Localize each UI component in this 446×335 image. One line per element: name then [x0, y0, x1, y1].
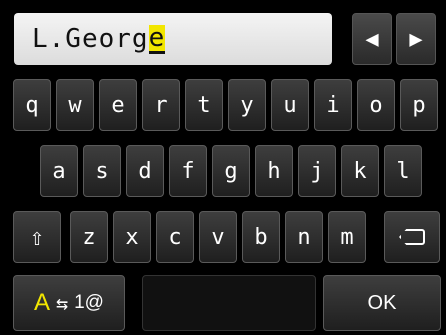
key-m[interactable]: m [328, 211, 366, 263]
key-q[interactable]: q [13, 79, 51, 131]
ok-button[interactable]: OK [323, 275, 441, 331]
input-mode-key[interactable]: A ⇆ 1@ [13, 275, 125, 331]
key-f[interactable]: f [169, 145, 207, 197]
key-x[interactable]: x [113, 211, 151, 263]
space-key[interactable] [142, 275, 316, 331]
keyboard-screen: L.Georg e ◀ ▶ qwertyuiopasdfghjklzxcvbnm … [0, 0, 446, 335]
key-t[interactable]: t [185, 79, 223, 131]
swap-icon: ⇆ [56, 291, 69, 315]
input-text: L.Georg [32, 24, 149, 54]
key-c[interactable]: c [156, 211, 194, 263]
key-j[interactable]: j [298, 145, 336, 197]
input-cursor-char: e [148, 22, 166, 54]
right-arrow-icon: ▶ [409, 26, 423, 52]
key-y[interactable]: y [228, 79, 266, 131]
key-u[interactable]: u [271, 79, 309, 131]
mode-uppercase-label: A [34, 289, 51, 316]
key-r[interactable]: r [142, 79, 180, 131]
key-l[interactable]: l [384, 145, 422, 197]
cursor-right-button[interactable]: ▶ [396, 13, 436, 65]
key-a[interactable]: a [40, 145, 78, 197]
mode-number-label: 1@ [74, 292, 104, 313]
left-arrow-icon: ◀ [365, 26, 379, 52]
key-k[interactable]: k [341, 145, 379, 197]
text-input-field[interactable]: L.Georg e [14, 13, 332, 65]
shift-key[interactable]: ⇧ [13, 211, 61, 263]
key-h[interactable]: h [255, 145, 293, 197]
key-w[interactable]: w [56, 79, 94, 131]
key-b[interactable]: b [242, 211, 280, 263]
backspace-key[interactable] [384, 211, 440, 263]
backspace-icon [399, 229, 425, 245]
key-p[interactable]: p [400, 79, 438, 131]
key-e[interactable]: e [99, 79, 137, 131]
shift-icon: ⇧ [29, 223, 45, 251]
key-v[interactable]: v [199, 211, 237, 263]
key-o[interactable]: o [357, 79, 395, 131]
ok-label: OK [367, 291, 397, 314]
key-z[interactable]: z [70, 211, 108, 263]
key-i[interactable]: i [314, 79, 352, 131]
key-n[interactable]: n [285, 211, 323, 263]
key-g[interactable]: g [212, 145, 250, 197]
key-d[interactable]: d [126, 145, 164, 197]
key-s[interactable]: s [83, 145, 121, 197]
cursor-left-button[interactable]: ◀ [352, 13, 392, 65]
